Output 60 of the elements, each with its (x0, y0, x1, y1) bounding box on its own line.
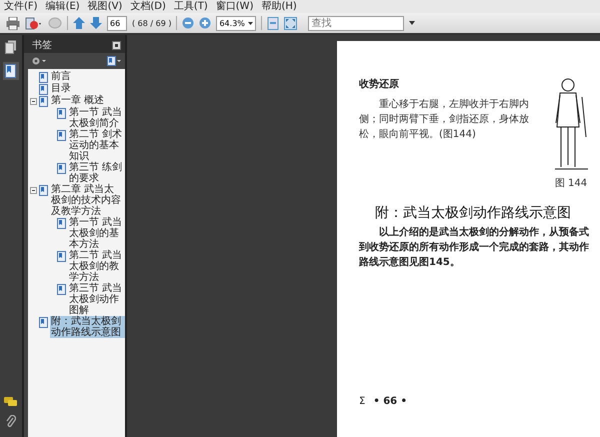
pages-icon[interactable] (5, 40, 17, 54)
gear-icon[interactable] (32, 57, 46, 65)
menu-item[interactable]: 文档(D) (130, 0, 166, 12)
collapse-icon[interactable] (30, 187, 37, 194)
caret-icon[interactable] (248, 22, 254, 24)
menu-item[interactable]: 文件(F) (4, 0, 38, 12)
zoom-dropdown[interactable]: 64.3% (216, 16, 256, 30)
fit-page-icon[interactable] (267, 16, 280, 30)
bookmark-icon (57, 130, 66, 141)
bookmark-item[interactable]: 第二节 剑术运动的基本知识 (68, 129, 125, 162)
panel-options-icon[interactable] (112, 40, 121, 50)
full-screen-icon[interactable] (284, 16, 298, 30)
caret-icon[interactable] (409, 21, 416, 25)
zoom-out-icon[interactable] (182, 17, 194, 29)
bookmark-item[interactable]: 第一节 武当太极剑的基本方法 (68, 217, 125, 250)
search-field[interactable]: 查找 (308, 16, 404, 30)
bookmark-icon (39, 96, 48, 107)
bookmark-icon (57, 218, 66, 229)
bookmark-item[interactable]: 第二节 武当太极剑的教学方法 (68, 250, 125, 283)
body-paragraph: 以上介绍的是武当太极剑的分解动作，从预备式到收势还原的所有动作形成一个完成的套路，其动作路线示意图见图145。 (359, 226, 590, 270)
figure-caption: 图 144 (554, 177, 588, 190)
bookmark-icon (39, 84, 48, 95)
bookmark-item[interactable]: 第三节 武当太极剑动作图解 (68, 283, 125, 316)
menu-item[interactable]: 编辑(E) (46, 0, 80, 12)
create-pdf-icon[interactable] (25, 16, 43, 30)
paperclip-icon[interactable] (6, 415, 16, 429)
bookmarks-icon[interactable] (3, 62, 19, 80)
bookmark-item[interactable]: 第二章 武当太极剑的技术内容及教学方法 (50, 184, 125, 217)
comments-icon[interactable] (4, 397, 18, 407)
bookmark-item[interactable]: 前言 (50, 71, 72, 82)
menu-item[interactable]: 帮助(H) (261, 0, 297, 12)
bookmark-item[interactable]: 第一章 概述 (50, 95, 106, 106)
collapse-icon[interactable] (30, 98, 37, 105)
zoom-in-icon[interactable] (199, 17, 212, 29)
bookmark-item[interactable]: 第三节 练剑的要求 (68, 162, 125, 184)
bookmark-icon (57, 251, 66, 262)
bookmark-icon (57, 163, 66, 174)
page-number: • 66 • (373, 396, 407, 407)
bookmark-icon (39, 185, 48, 196)
print-icon[interactable] (6, 16, 20, 30)
next-page-icon[interactable] (90, 17, 102, 29)
menu-item[interactable]: 视图(V) (88, 0, 122, 12)
body-paragraph: 重心移于右腿，左脚收并于右脚内侧；同时两臂下垂，剑指还原，身体放松，眼向前平视。(图144) (359, 98, 530, 142)
previous-page-icon[interactable] (73, 17, 85, 29)
menu-item[interactable]: 工具(T) (174, 0, 208, 12)
footer-mark: Σ (359, 396, 366, 407)
panel-title: 书签 (32, 38, 52, 52)
bookmark-icon (57, 284, 66, 295)
section-subheading: 收势还原 (359, 78, 400, 91)
bookmark-item[interactable]: 目录 (50, 83, 72, 94)
bookmark-icon (57, 108, 66, 119)
bookmark-icon (39, 317, 48, 328)
bookmark-icon (39, 72, 48, 83)
page-heading: 附：武当太极剑动作路线示意图 (374, 204, 572, 222)
bookmark-item[interactable]: 附：武当太极剑动作路线示意图 (50, 316, 125, 338)
page-count: ( 68 / 69 ) (132, 18, 172, 28)
menu-item[interactable]: 窗口(W) (216, 0, 254, 12)
bookmark-item[interactable]: 第一节 武当太极剑简介 (68, 107, 125, 129)
new-bookmark-icon[interactable] (107, 56, 121, 66)
page-number-field[interactable]: 66 (107, 16, 127, 30)
